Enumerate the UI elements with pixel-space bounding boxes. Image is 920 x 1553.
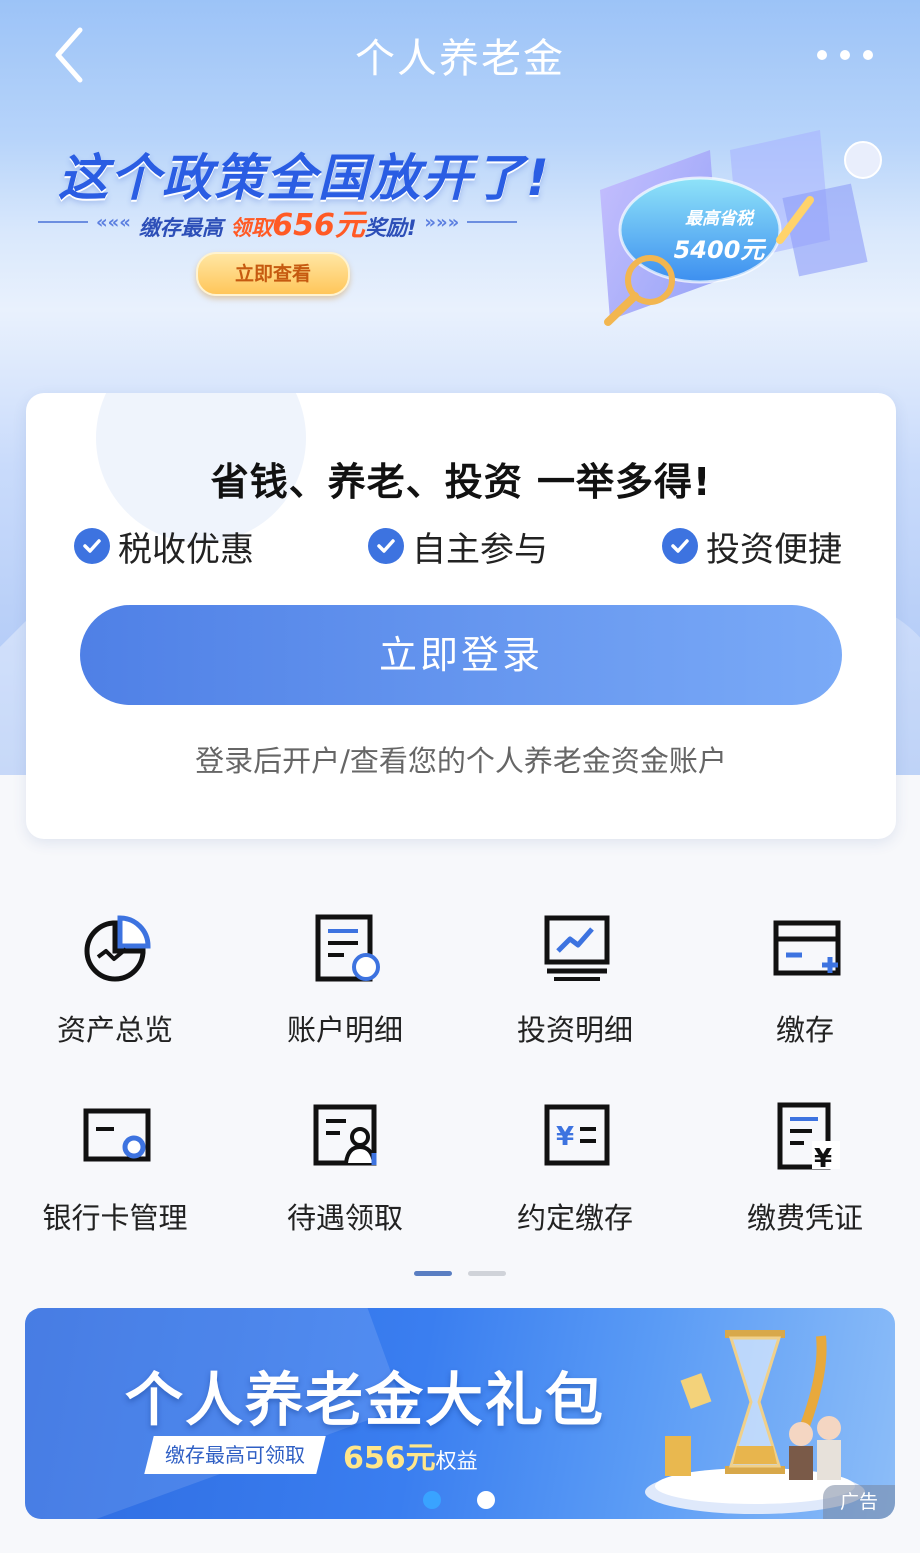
investment-detail-icon bbox=[544, 915, 610, 981]
svg-text:¥: ¥ bbox=[556, 1122, 574, 1152]
service-scheduled-deposit[interactable]: ¥ 约定缴存 bbox=[460, 1093, 690, 1243]
service-bank-card[interactable]: 银行卡管理 bbox=[0, 1093, 230, 1243]
login-card: 省钱、养老、投资 一举多得! 税收优惠 自主参与 投资便捷 立即登录 登录后开户… bbox=[26, 393, 896, 839]
service-account-detail[interactable]: 账户明细 bbox=[230, 905, 460, 1055]
more-button[interactable] bbox=[810, 30, 880, 80]
bank-card-icon bbox=[83, 1108, 151, 1162]
service-label: 待遇领取 bbox=[286, 1201, 403, 1235]
pager-dot-active[interactable] bbox=[414, 1271, 452, 1276]
right-arrows-icon: »»» bbox=[424, 211, 460, 233]
ad-strip: 缴存最高可领取 656元权益 bbox=[144, 1434, 478, 1476]
payment-receipt-icon: ¥ bbox=[777, 1102, 840, 1171]
check-circle-icon bbox=[368, 528, 404, 564]
feature-label: 自主参与 bbox=[412, 529, 548, 570]
ad-tag: 广告 bbox=[823, 1485, 895, 1519]
service-pager[interactable] bbox=[414, 1271, 506, 1276]
feature-label: 税收优惠 bbox=[118, 529, 254, 570]
view-now-button[interactable]: 立即查看 bbox=[196, 252, 350, 296]
service-label: 约定缴存 bbox=[516, 1201, 633, 1235]
badge-line2: 5400元 bbox=[673, 236, 765, 264]
pager-dot[interactable] bbox=[468, 1271, 506, 1276]
service-deposit[interactable]: 缴存 bbox=[690, 905, 920, 1055]
badge-line1: 最高省税 bbox=[685, 209, 753, 229]
more-dots-icon bbox=[817, 50, 873, 60]
ad-banner[interactable]: 个人养老金大礼包 缴存最高可领取 656元权益 广告 bbox=[25, 1308, 895, 1519]
benefit-claim-icon bbox=[313, 1104, 377, 1166]
login-button[interactable]: 立即登录 bbox=[80, 605, 842, 705]
promo-banner[interactable]: 这个政策全国放开了! ««« 缴存最高 领取656元奖励! »»» 立即查看 最… bbox=[0, 110, 920, 360]
ad-strip-text: 缴存最高可领取 bbox=[165, 1443, 305, 1467]
left-arrows-icon: ««« bbox=[96, 211, 131, 233]
banner-amount: 656元 bbox=[272, 208, 365, 243]
nav-bar: 个人养老金 bbox=[0, 0, 920, 108]
tax-saving-illustration: 最高省税 5400元 bbox=[580, 130, 910, 340]
service-asset-overview[interactable]: 资产总览 bbox=[0, 905, 230, 1055]
ad-amount: 656元 bbox=[343, 1441, 436, 1476]
deposit-icon bbox=[773, 920, 841, 976]
banner-subtitle: ««« 缴存最高 领取656元奖励! »»» bbox=[38, 202, 558, 243]
asset-overview-icon bbox=[84, 915, 151, 982]
login-hint: 登录后开户/查看您的个人养老金资金账户 bbox=[195, 744, 727, 778]
banner-sub-suffix: 奖励! bbox=[364, 216, 417, 240]
service-label: 账户明细 bbox=[286, 1013, 403, 1047]
ad-title: 个人养老金大礼包 bbox=[125, 1366, 606, 1434]
page-title: 个人养老金 bbox=[355, 36, 565, 82]
feature-tax: 税收优惠 bbox=[74, 523, 254, 570]
service-label: 银行卡管理 bbox=[42, 1201, 188, 1235]
feature-list: 税收优惠 自主参与 投资便捷 bbox=[74, 523, 842, 570]
service-label: 资产总览 bbox=[56, 1013, 173, 1047]
ad-dot-active[interactable] bbox=[423, 1491, 441, 1509]
ad-dot[interactable] bbox=[477, 1491, 495, 1509]
ad-amount-suffix: 权益 bbox=[435, 1449, 478, 1473]
scheduled-deposit-icon: ¥ bbox=[544, 1104, 610, 1166]
account-detail-icon bbox=[315, 914, 380, 982]
service-label: 缴费凭证 bbox=[746, 1201, 863, 1235]
card-slogan: 省钱、养老、投资 一举多得! bbox=[210, 460, 712, 504]
service-payment-receipt[interactable]: ¥ 缴费凭证 bbox=[690, 1093, 920, 1243]
banner-sub-prefix: 缴存最高 bbox=[138, 216, 223, 240]
service-benefit-claim[interactable]: 待遇领取 bbox=[230, 1093, 460, 1243]
service-investment-detail[interactable]: 投资明细 bbox=[460, 905, 690, 1055]
feature-label: 投资便捷 bbox=[706, 529, 842, 570]
check-circle-icon bbox=[74, 528, 110, 564]
svg-text:¥: ¥ bbox=[814, 1144, 832, 1171]
service-label: 投资明细 bbox=[516, 1013, 633, 1047]
service-label: 缴存 bbox=[775, 1013, 834, 1047]
check-circle-icon bbox=[662, 528, 698, 564]
feature-self: 自主参与 bbox=[368, 523, 548, 570]
ad-carousel-dots[interactable] bbox=[423, 1491, 495, 1509]
feature-invest: 投资便捷 bbox=[662, 523, 842, 570]
banner-sub-mid: 领取 bbox=[230, 216, 273, 240]
